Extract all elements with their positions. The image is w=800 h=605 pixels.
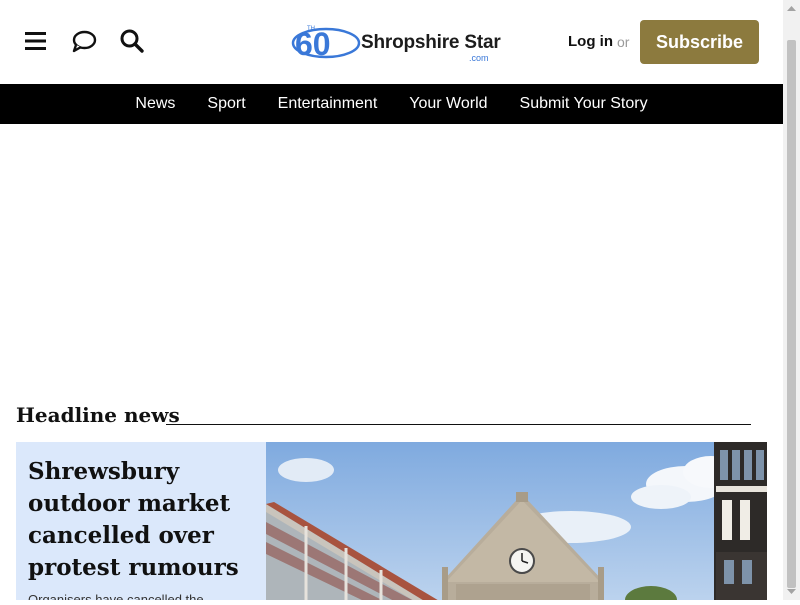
comment-icon[interactable] <box>71 28 97 54</box>
scroll-up-arrow-icon[interactable] <box>783 0 800 17</box>
lead-story-card[interactable]: Shrewsbury outdoor market cancelled over… <box>16 442 767 600</box>
lead-story-standfirst: Organisers have cancelled the <box>28 592 204 600</box>
nav-item-submit-your-story[interactable]: Submit Your Story <box>520 95 648 113</box>
section-title: Headline news <box>16 403 180 427</box>
main-nav: News Sport Entertainment Your World Subm… <box>0 84 783 124</box>
subscribe-button[interactable]: Subscribe <box>640 20 759 64</box>
or-separator: or <box>617 34 630 50</box>
logo-th: TH <box>307 26 315 32</box>
nav-item-your-world[interactable]: Your World <box>409 95 487 113</box>
lead-story-headline[interactable]: Shrewsbury outdoor market cancelled over… <box>28 456 258 584</box>
search-icon[interactable] <box>119 28 145 54</box>
advert-placeholder <box>0 124 783 386</box>
lead-story-image[interactable] <box>266 442 767 600</box>
page-scrollbar[interactable] <box>783 0 800 600</box>
site-header: 60 TH Shropshire Star .com Log in or Sub… <box>0 0 783 84</box>
lead-story-text-panel: Shrewsbury outdoor market cancelled over… <box>16 442 266 600</box>
menu-icon[interactable] <box>23 28 49 54</box>
page: 60 TH Shropshire Star .com Log in or Sub… <box>0 0 783 600</box>
nav-item-sport[interactable]: Sport <box>207 95 245 113</box>
logo-wordmark: Shropshire Star <box>361 32 501 53</box>
nav-item-news[interactable]: News <box>135 95 175 113</box>
nav-item-entertainment[interactable]: Entertainment <box>278 95 378 113</box>
section-divider <box>166 424 751 425</box>
scrollbar-thumb[interactable] <box>787 40 796 588</box>
anniversary-logo-mark: 60 TH <box>291 26 361 62</box>
login-link[interactable]: Log in <box>568 33 613 50</box>
site-logo[interactable]: 60 TH Shropshire Star .com <box>291 22 501 64</box>
logo-domain: .com <box>469 53 489 63</box>
scroll-down-arrow-icon[interactable] <box>783 583 800 600</box>
section-header: Headline news <box>16 403 751 433</box>
